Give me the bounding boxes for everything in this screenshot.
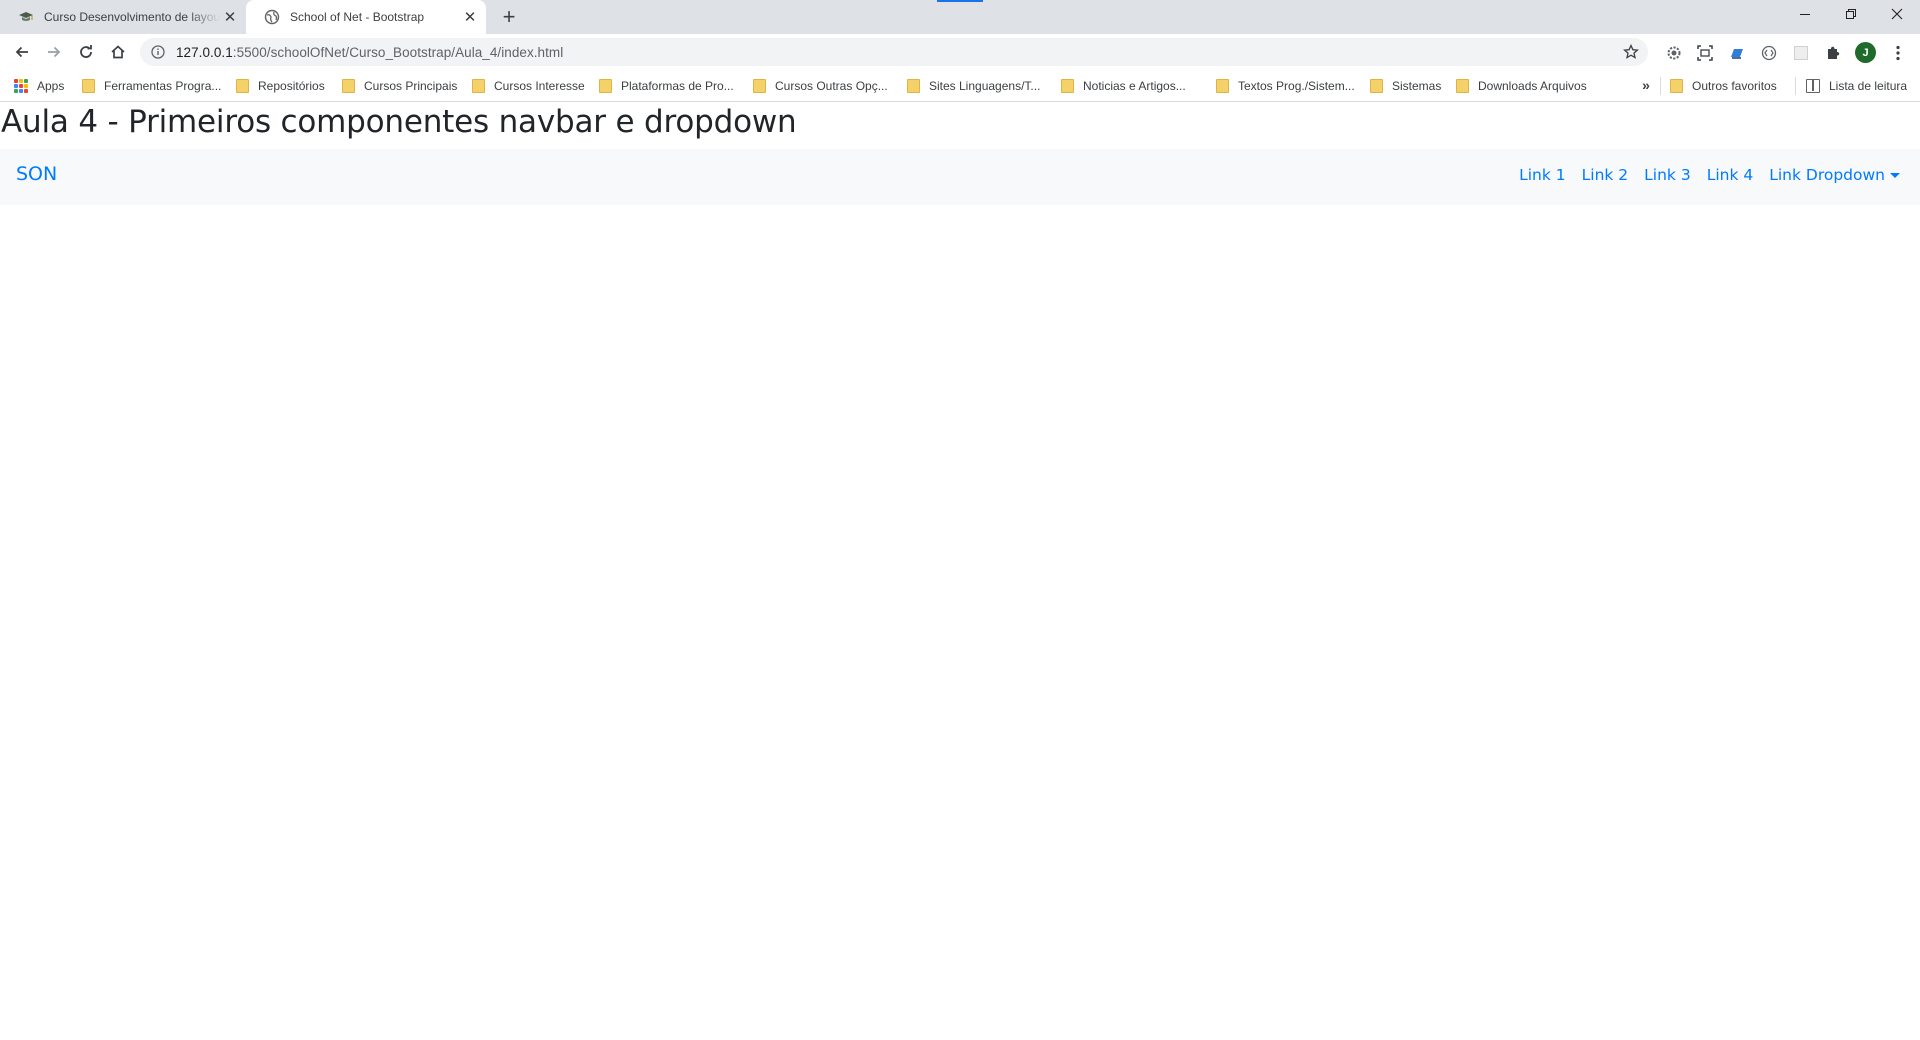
address-bar[interactable]: 127.0.0.1:5500/schoolOfNet/Curso_Bootstr…: [140, 38, 1648, 66]
home-icon[interactable]: [104, 38, 132, 66]
bookmark-label: Downloads Arquivos: [1478, 79, 1587, 93]
nav-link-1[interactable]: Link 1: [1519, 166, 1566, 184]
more-vertical-icon[interactable]: [1888, 42, 1908, 64]
tab-curso-desenvolvimento[interactable]: Curso Desenvolvimento de layouts ✕: [0, 0, 246, 34]
page-viewport: Aula 4 - Primeiros componentes navbar e …: [0, 103, 1920, 1040]
tab-school-of-net[interactable]: School of Net - Bootstrap ✕: [246, 0, 486, 34]
page-heading: Aula 4 - Primeiros componentes navbar e …: [1, 104, 797, 140]
close-icon[interactable]: ✕: [220, 7, 240, 27]
folder-icon: [599, 79, 612, 93]
folder-icon: [472, 79, 485, 93]
bookmark-folder[interactable]: Textos Prog./Sistem...: [1216, 76, 1355, 96]
reading-list-button[interactable]: Lista de leitura: [1806, 76, 1907, 96]
tab-title: Curso Desenvolvimento de layouts: [44, 10, 220, 24]
blank-extension-icon[interactable]: [1790, 42, 1812, 64]
bookmark-label: Sistemas: [1392, 79, 1442, 93]
bookmark-other-favorites[interactable]: Outros favoritos: [1670, 76, 1777, 96]
tab-title: School of Net - Bootstrap: [290, 10, 425, 24]
bookmark-apps[interactable]: Apps: [14, 76, 64, 96]
bookmark-label: Plataformas de Pro...: [621, 79, 734, 93]
folder-icon: [907, 79, 920, 93]
more-bookmarks-chevron-icon[interactable]: »: [1637, 76, 1655, 94]
folder-icon: [342, 79, 355, 93]
back-arrow-icon[interactable]: [8, 38, 36, 66]
extension-gear-icon[interactable]: [1663, 42, 1685, 64]
globe-icon: [264, 9, 280, 25]
bootstrap-navbar: SON Link 1 Link 2 Link 3 Link 4 Link Dro…: [0, 149, 1920, 205]
new-tab-plus-icon[interactable]: +: [497, 4, 521, 29]
bookmark-folder[interactable]: Cursos Outras Opç...: [753, 76, 888, 96]
nav-link-4[interactable]: Link 4: [1707, 166, 1754, 184]
bookmark-label: Ferramentas Progra...: [104, 79, 222, 93]
reading-list-label: Lista de leitura: [1829, 79, 1908, 93]
bookmark-folder[interactable]: Plataformas de Pro...: [599, 76, 734, 96]
bookmark-folder[interactable]: Sites Linguagens/T...: [907, 76, 1040, 96]
bookmark-folder[interactable]: Cursos Interesse: [472, 76, 585, 96]
folder-icon: [1456, 79, 1469, 93]
window-close-icon[interactable]: [1874, 0, 1920, 28]
bookmark-label: Cursos Principais: [364, 79, 458, 93]
bookmarks-divider: [1660, 77, 1661, 95]
bookmarks-bar: Apps Ferramentas Progra... Repositórios …: [0, 70, 1920, 102]
bookmarks-divider: [1795, 77, 1796, 95]
bookmark-folder[interactable]: Repositórios: [236, 76, 325, 96]
bookmark-folder[interactable]: Downloads Arquivos: [1456, 76, 1587, 96]
bookmark-label: Repositórios: [258, 79, 325, 93]
folder-icon: [236, 79, 249, 93]
bookmark-star-icon[interactable]: [1622, 43, 1640, 61]
forward-arrow-icon[interactable]: [40, 38, 68, 66]
tab-strip: Curso Desenvolvimento de layouts ✕ Schoo…: [0, 0, 1920, 34]
folder-icon: [753, 79, 766, 93]
bookmark-label: Cursos Outras Opç...: [775, 79, 888, 93]
bookmark-folder[interactable]: Ferramentas Progra...: [82, 76, 221, 96]
bookmark-folder[interactable]: Sistemas: [1370, 76, 1441, 96]
bookmark-folder[interactable]: Cursos Principais: [342, 76, 457, 96]
nav-link-3[interactable]: Link 3: [1644, 166, 1691, 184]
dropdown-label: Link Dropdown: [1769, 166, 1885, 184]
folder-icon: [1061, 79, 1074, 93]
folder-icon: [1670, 79, 1683, 93]
reload-icon[interactable]: [72, 38, 100, 66]
minimize-icon[interactable]: [1782, 0, 1828, 28]
nav-link-2[interactable]: Link 2: [1582, 166, 1629, 184]
bookmark-label: Noticias e Artigos...: [1083, 79, 1186, 93]
url-text: 127.0.0.1:5500/schoolOfNet/Curso_Bootstr…: [176, 45, 563, 60]
profile-avatar[interactable]: J: [1855, 42, 1876, 63]
info-icon[interactable]: [150, 44, 166, 60]
folder-icon: [1370, 79, 1383, 93]
cloud-extension-icon[interactable]: [1726, 42, 1748, 64]
browser-toolbar: 127.0.0.1:5500/schoolOfNet/Curso_Bootstr…: [0, 34, 1920, 70]
restore-icon[interactable]: [1828, 0, 1874, 28]
url-path: :5500/schoolOfNet/Curso_Bootstrap/Aula_4…: [232, 44, 564, 60]
screenshot-extension-icon[interactable]: [1694, 42, 1716, 64]
navbar-brand[interactable]: SON: [16, 163, 57, 185]
apps-grid-icon: [14, 79, 28, 93]
bookmark-folder[interactable]: Noticias e Artigos...: [1061, 76, 1186, 96]
graduation-cap-icon: [18, 9, 34, 25]
puzzle-extensions-icon[interactable]: [1822, 42, 1844, 64]
bookmark-label: Apps: [37, 79, 65, 93]
folder-icon: [1216, 79, 1229, 93]
reading-list-icon: [1806, 79, 1820, 93]
code-extension-icon[interactable]: [1758, 42, 1780, 64]
caret-down-icon: [1890, 172, 1900, 178]
bookmark-label: Cursos Interesse: [494, 79, 585, 93]
close-icon[interactable]: ✕: [460, 7, 480, 27]
bookmark-label: Textos Prog./Sistem...: [1238, 79, 1355, 93]
bookmark-label: Outros favoritos: [1692, 79, 1777, 93]
navbar-links: Link 1 Link 2 Link 3 Link 4 Link Dropdow…: [1503, 166, 1900, 184]
bookmark-label: Sites Linguagens/T...: [929, 79, 1041, 93]
tab-strip-accent: [937, 0, 983, 2]
url-host: 127.0.0.1: [176, 44, 233, 60]
nav-link-dropdown[interactable]: Link Dropdown: [1769, 166, 1900, 184]
folder-icon: [82, 79, 95, 93]
